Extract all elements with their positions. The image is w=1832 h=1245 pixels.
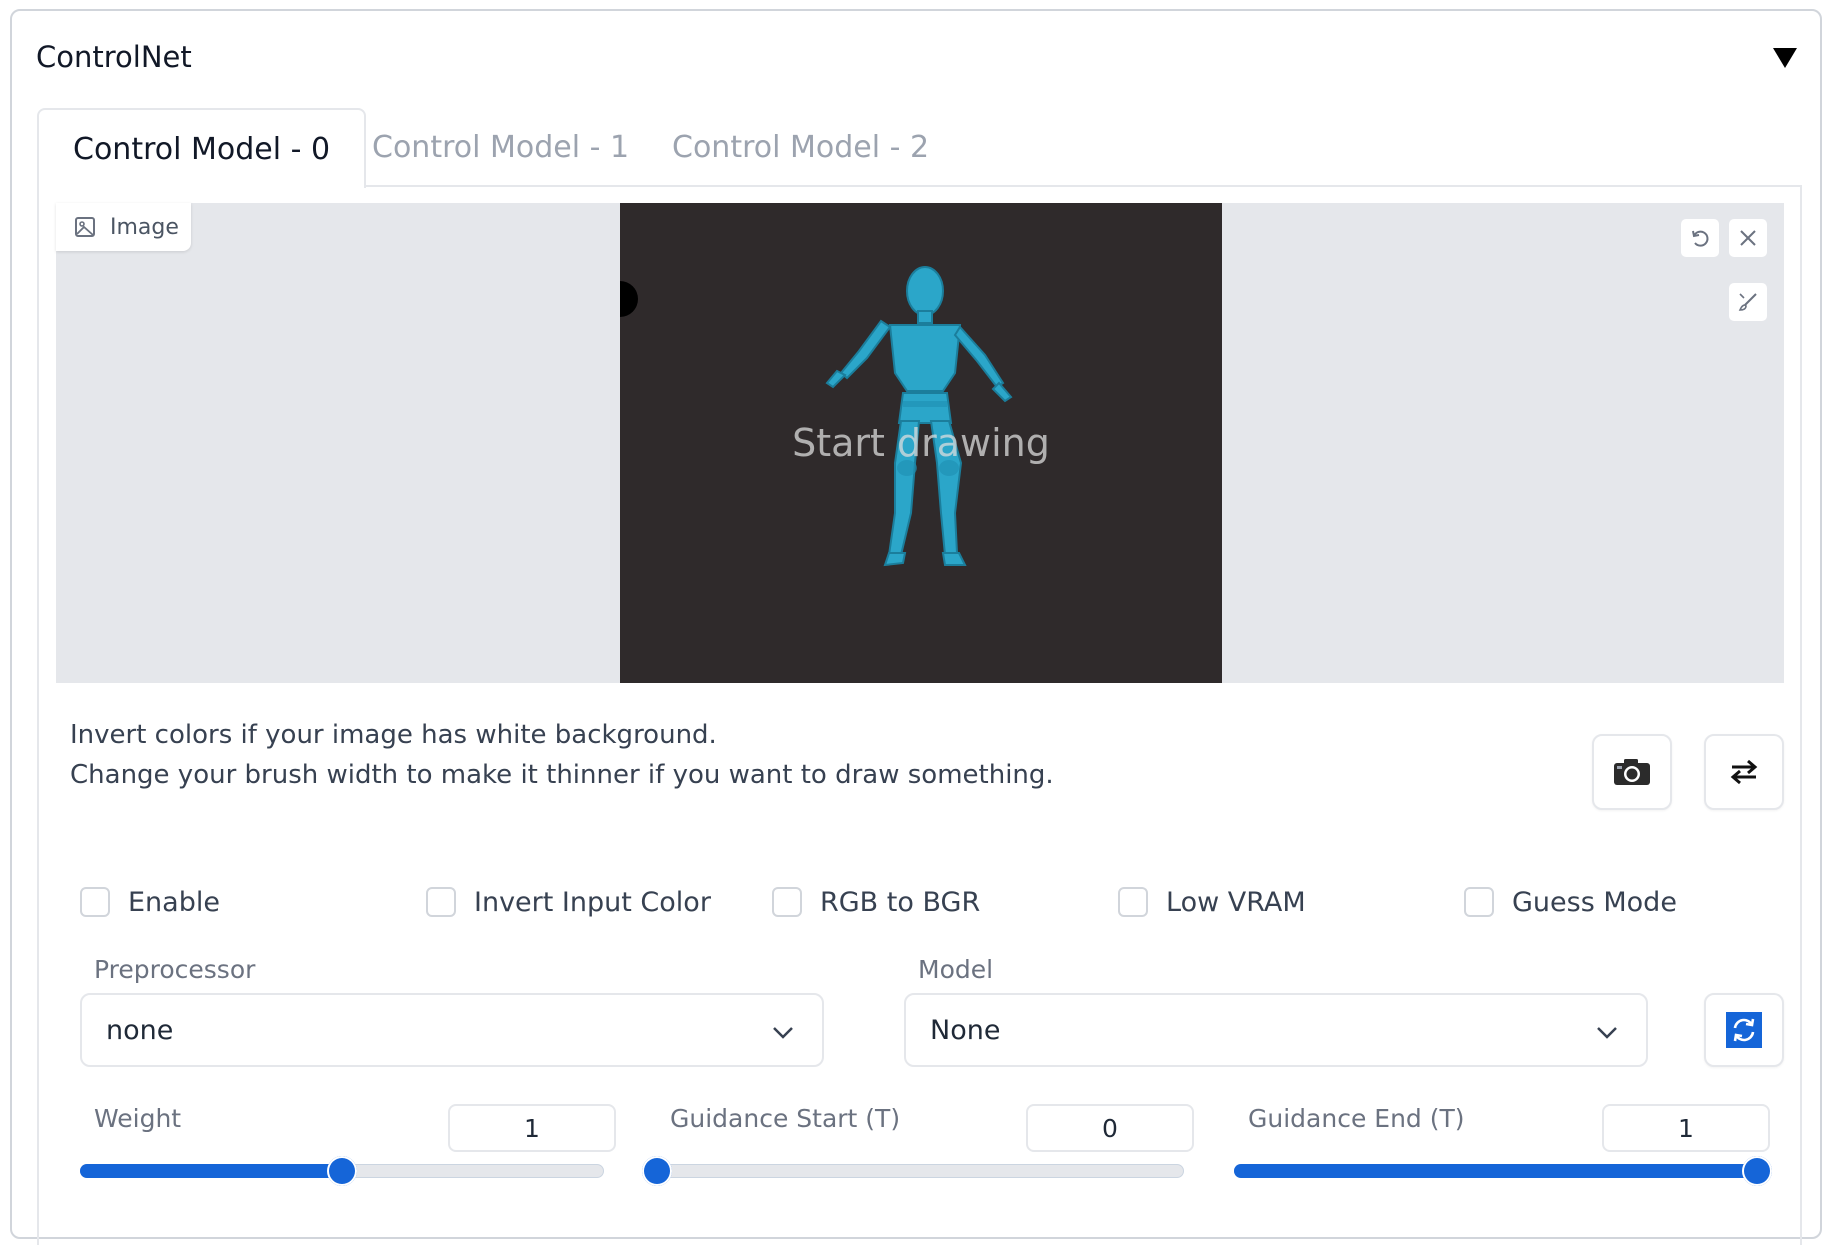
collapse-triangle-icon[interactable] bbox=[1770, 42, 1800, 72]
brush-button[interactable] bbox=[1728, 282, 1768, 322]
swap-arrows-icon bbox=[1730, 759, 1758, 785]
image-label-text: Image bbox=[110, 214, 179, 240]
info-line-1: Invert colors if your image has white ba… bbox=[70, 720, 717, 750]
weight-slider-fill bbox=[80, 1164, 341, 1178]
guess-mode-checkbox[interactable] bbox=[1464, 887, 1494, 917]
chevron-down-icon bbox=[773, 1027, 793, 1039]
guidance-start-label: Guidance Start (T) bbox=[670, 1104, 901, 1133]
model-select[interactable]: None bbox=[904, 993, 1648, 1067]
rgb-to-bgr-checkbox-row[interactable]: RGB to BGR bbox=[772, 882, 980, 922]
undo-button[interactable] bbox=[1680, 218, 1720, 258]
guidance-start-number-input[interactable]: 0 bbox=[1026, 1104, 1194, 1152]
rgb-to-bgr-label: RGB to BGR bbox=[820, 886, 981, 918]
enable-checkbox[interactable] bbox=[80, 887, 110, 917]
invert-input-color-checkbox-row[interactable]: Invert Input Color bbox=[426, 882, 711, 922]
guidance-end-label: Guidance End (T) bbox=[1248, 1104, 1465, 1133]
low-vram-label: Low VRAM bbox=[1166, 886, 1306, 918]
guess-mode-label: Guess Mode bbox=[1512, 886, 1677, 918]
guess-mode-checkbox-row[interactable]: Guess Mode bbox=[1464, 882, 1677, 922]
weight-slider-thumb[interactable] bbox=[327, 1156, 357, 1186]
weight-slider[interactable] bbox=[80, 1156, 604, 1186]
weight-label: Weight bbox=[94, 1104, 182, 1133]
model-label: Model bbox=[918, 955, 994, 984]
model-value: None bbox=[930, 1014, 1001, 1046]
enable-checkbox-row[interactable]: Enable bbox=[80, 882, 220, 922]
brush-icon bbox=[1738, 293, 1757, 311]
tab-control-model-1[interactable]: Control Model - 1 bbox=[372, 108, 629, 188]
image-icon bbox=[75, 217, 95, 237]
camera-icon bbox=[1614, 759, 1650, 785]
brush-cursor bbox=[620, 281, 638, 317]
image-label: Image bbox=[56, 203, 191, 251]
guidance-end-number-input[interactable]: 1 bbox=[1602, 1104, 1770, 1152]
guidance-end-slider-fill bbox=[1234, 1164, 1756, 1178]
low-vram-checkbox[interactable] bbox=[1118, 887, 1148, 917]
camera-button[interactable] bbox=[1592, 734, 1672, 810]
invert-input-color-label: Invert Input Color bbox=[474, 886, 711, 918]
chevron-down-icon bbox=[1597, 1027, 1617, 1039]
info-text: Invert colors if your image has white ba… bbox=[70, 715, 1054, 795]
undo-icon bbox=[1692, 230, 1709, 247]
tab-control-model-0[interactable]: Control Model - 0 bbox=[37, 108, 367, 188]
canvas-placeholder: Start drawing bbox=[792, 421, 1050, 465]
swap-button[interactable] bbox=[1704, 734, 1784, 810]
guidance-start-slider-thumb[interactable] bbox=[642, 1156, 672, 1186]
invert-input-color-checkbox[interactable] bbox=[426, 887, 456, 917]
low-vram-checkbox-row[interactable]: Low VRAM bbox=[1118, 882, 1306, 922]
info-line-2: Change your brush width to make it thinn… bbox=[70, 760, 1054, 790]
weight-number-input[interactable]: 1 bbox=[448, 1104, 616, 1152]
guidance-start-slider[interactable] bbox=[642, 1156, 1184, 1186]
rgb-to-bgr-checkbox[interactable] bbox=[772, 887, 802, 917]
panel-title: ControlNet bbox=[36, 40, 192, 74]
preprocessor-select[interactable]: none bbox=[80, 993, 824, 1067]
refresh-icon bbox=[1726, 1012, 1762, 1048]
close-icon bbox=[1740, 230, 1756, 246]
preprocessor-label: Preprocessor bbox=[94, 955, 256, 984]
preprocessor-value: none bbox=[106, 1014, 174, 1046]
drawing-canvas[interactable]: Start drawing bbox=[620, 203, 1222, 683]
refresh-models-button[interactable] bbox=[1704, 993, 1784, 1067]
tab-control-model-2[interactable]: Control Model - 2 bbox=[672, 108, 929, 188]
guidance-end-slider-thumb[interactable] bbox=[1742, 1156, 1772, 1186]
enable-label: Enable bbox=[128, 886, 220, 918]
guidance-end-slider[interactable] bbox=[1234, 1156, 1772, 1186]
clear-image-button[interactable] bbox=[1728, 218, 1768, 258]
